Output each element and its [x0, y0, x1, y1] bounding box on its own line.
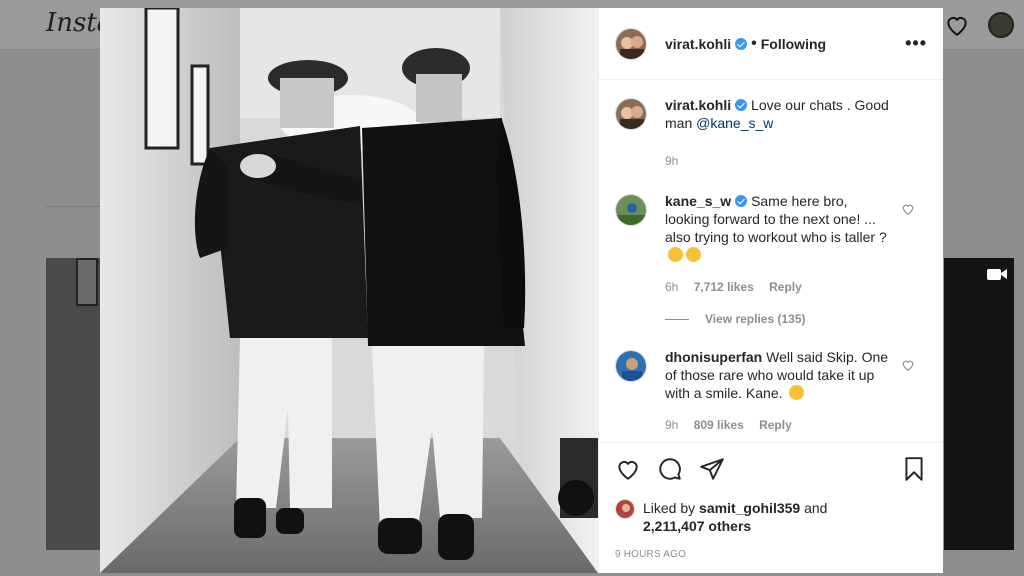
camera-icon [987, 269, 1007, 280]
post-sidebar: virat.kohli • Following ••• virat.kohli … [598, 8, 943, 573]
commenter-avatar[interactable] [615, 350, 647, 382]
verified-badge-icon [735, 37, 748, 50]
liked-by-username[interactable]: samit_gohil359 [699, 500, 800, 516]
liked-by: Liked by samit_gohil359 and 2,211,407 ot… [615, 499, 927, 535]
heart-icon [947, 17, 967, 36]
commenter-username[interactable]: kane_s_w [665, 193, 731, 209]
caption-username[interactable]: virat.kohli [665, 97, 731, 113]
action-bar [615, 453, 927, 485]
replies-line-divider [665, 318, 689, 320]
post-actions: Liked by samit_gohil359 and 2,211,407 ot… [599, 442, 943, 560]
comment: dhonisuperfan Well said Skip. One of tho… [615, 348, 927, 434]
commenter-username[interactable]: dhonisuperfan [665, 349, 762, 365]
like-heart-icon[interactable] [615, 456, 641, 482]
liker-avatar[interactable] [615, 499, 635, 519]
reply-button[interactable]: Reply [759, 418, 792, 432]
author-avatar[interactable] [615, 27, 647, 60]
post-photo[interactable] [100, 8, 598, 573]
comment-like-heart-icon[interactable] [901, 358, 915, 372]
rolling-laughing-emoji-icon [668, 247, 683, 262]
verified-badge-icon [735, 195, 748, 207]
commenter-avatar[interactable] [615, 194, 647, 226]
share-paper-plane-icon[interactable] [699, 456, 725, 482]
following-button[interactable]: Following [761, 36, 826, 52]
save-bookmark-icon[interactable] [901, 456, 927, 482]
background-post-tile [944, 258, 1014, 550]
comments-list[interactable]: virat.kohli Love our chats . Good man @k… [599, 80, 943, 442]
comment-like-heart-icon[interactable] [901, 202, 915, 216]
more-options-icon[interactable]: ••• [905, 33, 927, 54]
avatar [988, 12, 1014, 38]
comment-time: 9h [665, 418, 679, 432]
liked-by-others-link[interactable]: 2,211,407 others [643, 518, 751, 534]
comment-bubble-icon[interactable] [657, 456, 683, 482]
caption: virat.kohli Love our chats . Good man @k… [615, 96, 927, 170]
verified-badge-icon [735, 99, 748, 111]
separator-dot: • [751, 34, 757, 52]
comment-time: 6h [665, 280, 679, 294]
photo-illustration [100, 8, 598, 573]
view-replies-button[interactable]: View replies (135) [665, 312, 927, 326]
ok-hand-emoji-icon [789, 385, 805, 400]
background-post-tile [46, 258, 102, 550]
post-modal: virat.kohli • Following ••• virat.kohli … [100, 8, 943, 573]
post-timestamp[interactable]: 9 HOURS AGO [615, 549, 927, 560]
caption-time: 9h [665, 154, 679, 168]
comment-likes-count[interactable]: 809 likes [694, 418, 744, 432]
author-username[interactable]: virat.kohli [665, 36, 731, 52]
comment-likes-count[interactable]: 7,712 likes [694, 280, 754, 294]
liked-by-prefix: Liked by [643, 500, 700, 516]
caption-avatar[interactable] [615, 98, 647, 130]
background-divider [46, 206, 106, 207]
post-header: virat.kohli • Following ••• [599, 8, 943, 80]
view-replies-label: View replies (135) [705, 312, 806, 326]
comment: kane_s_w Same here bro, looking forward … [615, 192, 927, 296]
reply-button[interactable]: Reply [769, 280, 802, 294]
caption-mention-link[interactable]: @kane_s_w [696, 115, 773, 131]
crying-laughing-emoji-icon [686, 247, 701, 262]
liked-by-and: and [800, 500, 828, 516]
